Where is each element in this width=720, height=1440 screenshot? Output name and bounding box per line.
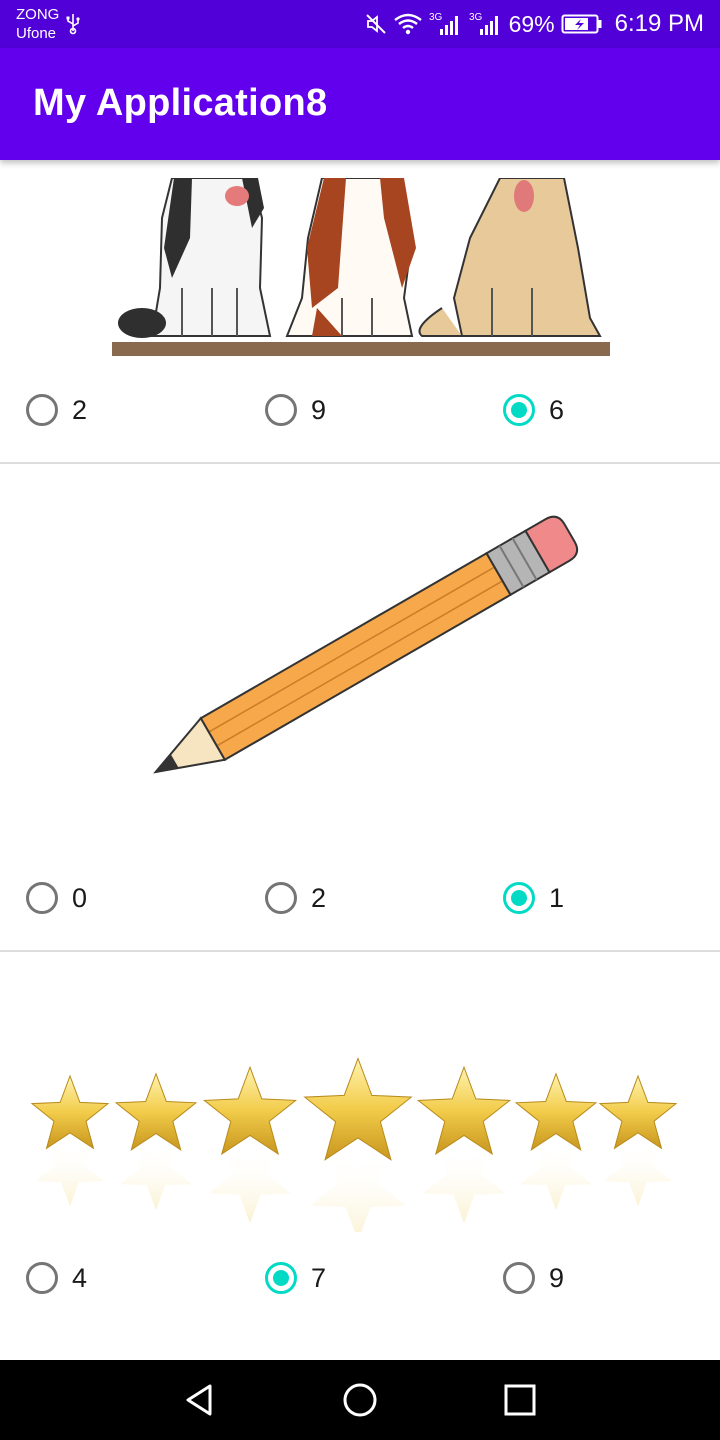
option-pencil-b[interactable]: 2: [259, 876, 326, 920]
question-pencil: 0 2 1: [0, 464, 720, 950]
options-dogs: 2 9 6: [0, 388, 720, 432]
star-icon: [114, 1072, 198, 1151]
option-label: 2: [311, 882, 327, 913]
recents-icon[interactable]: [500, 1380, 540, 1420]
option-label: 0: [72, 882, 88, 913]
battery-icon: [561, 14, 602, 34]
app-bar: My Application8: [0, 48, 720, 160]
radio-button[interactable]: [26, 1262, 58, 1294]
radio-button[interactable]: [503, 1262, 535, 1294]
carrier-2: Ufone: [16, 25, 57, 42]
option-dogs-a[interactable]: 2: [20, 388, 87, 432]
clock: 6:19 PM: [614, 10, 704, 37]
option-stars-b[interactable]: 7: [259, 1256, 326, 1300]
star-icon: [514, 1072, 598, 1151]
question-list[interactable]: 2 9 6 0 2 1 4 7 9: [0, 160, 720, 1360]
option-label: 7: [311, 1262, 327, 1293]
status-icons: 3G 3G 69% 6:19 PM: [365, 0, 704, 48]
option-label: 6: [549, 394, 565, 425]
star-icon: [30, 1074, 110, 1150]
radio-button-checked[interactable]: [265, 1262, 297, 1294]
option-dogs-b[interactable]: 9: [259, 388, 326, 432]
option-pencil-a[interactable]: 0: [20, 876, 87, 920]
options-pencil: 0 2 1: [0, 876, 720, 920]
carrier-1: ZONG: [16, 6, 60, 23]
stars-row: [30, 1056, 678, 1232]
star-reflection: [35, 1140, 105, 1206]
dogs-image: [112, 178, 610, 356]
star-reflection: [603, 1140, 673, 1206]
option-label: 4: [72, 1262, 88, 1293]
star-reflection: [120, 1141, 192, 1211]
star-reflection: [520, 1141, 592, 1211]
star-icon: [598, 1074, 678, 1150]
signal-icon-2: 3G: [469, 12, 498, 35]
option-pencil-c[interactable]: 1: [497, 876, 564, 920]
question-dogs: 2 9 6: [0, 160, 720, 462]
spaniel-figure: [285, 178, 416, 337]
radio-button-checked[interactable]: [503, 882, 535, 914]
pencil-figure: [153, 515, 579, 774]
stars-image: [30, 1056, 678, 1232]
star-reflection: [422, 1145, 506, 1224]
home-icon[interactable]: [340, 1380, 380, 1420]
lab-figure: [418, 178, 602, 337]
option-label: 2: [72, 394, 88, 425]
radio-button[interactable]: [26, 882, 58, 914]
radio-button-checked[interactable]: [503, 394, 535, 426]
battery-percent: 69%: [508, 10, 555, 37]
status-bar: ZONG Ufone 3G 3G 69% 6:19 PM: [0, 0, 720, 48]
options-stars: 4 7 9: [0, 1256, 720, 1300]
option-label: 9: [549, 1262, 565, 1293]
option-label: 1: [549, 882, 565, 913]
option-stars-a[interactable]: 4: [20, 1256, 87, 1300]
network-1: 3G: [429, 12, 443, 23]
app-title: My Application8: [33, 82, 328, 124]
option-label: 9: [311, 394, 327, 425]
pencil-image: [153, 515, 579, 774]
wifi-icon: [393, 13, 422, 35]
star-icon: [303, 1056, 413, 1161]
carrier-info: ZONG Ufone: [16, 5, 59, 43]
signal-icon: 3G: [429, 12, 458, 35]
star-icon: [202, 1065, 298, 1156]
mute-icon: [365, 14, 386, 34]
network-2: 3G: [469, 12, 483, 23]
option-stars-c[interactable]: 9: [497, 1256, 564, 1300]
star-icon: [416, 1065, 512, 1156]
question-stars: 4 7 9: [0, 952, 720, 1360]
navigation-bar: [0, 1360, 720, 1440]
star-reflection: [208, 1145, 292, 1224]
husky-figure: [118, 178, 272, 338]
radio-button[interactable]: [265, 394, 297, 426]
radio-button[interactable]: [26, 394, 58, 426]
usb-icon: [66, 14, 80, 35]
star-reflection: [310, 1149, 406, 1232]
back-icon[interactable]: [180, 1380, 220, 1420]
radio-button[interactable]: [265, 882, 297, 914]
option-dogs-c[interactable]: 6: [497, 388, 564, 432]
